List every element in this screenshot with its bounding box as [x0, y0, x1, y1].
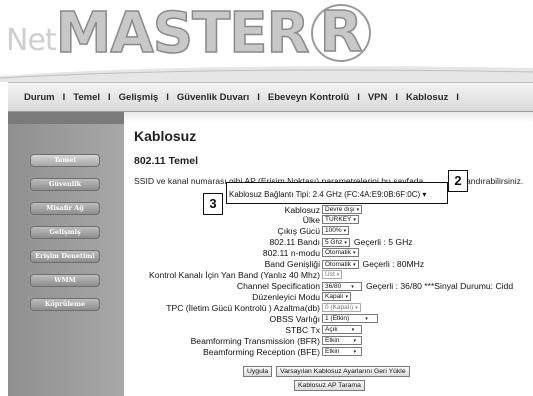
nav-separator: I — [357, 91, 360, 103]
label-duzenleyici: Düzenleyici Modu — [252, 292, 320, 302]
chevron-down-icon: ▾ — [351, 283, 354, 290]
select-band-genisligi[interactable]: Otomatik ▾ — [322, 259, 359, 269]
chevron-down-icon: ▾ — [365, 316, 368, 322]
nav-vpn[interactable]: VPN — [368, 92, 388, 103]
label-channel-spec: Channel Specification — [236, 281, 320, 291]
label-obss: OBSS Varlığı — [269, 314, 320, 324]
chevron-down-icon: ▾ — [345, 294, 348, 300]
select-band[interactable]: 5 Ghz ▾ — [322, 237, 350, 247]
row-bfr-rx: Beamforming Reception (BFE) Etkin ▾ — [0, 347, 533, 357]
chevron-down-icon: ▾ — [356, 207, 360, 213]
section-title: 802.11 Temel — [134, 155, 199, 167]
row-bfr-tx: Beamforming Transmission (BFR) Etkin ▾ — [0, 336, 533, 346]
select-bfr-tx[interactable]: Etkin ▾ — [322, 336, 362, 345]
header: Net MASTER R — [0, 0, 533, 82]
row-stbc: STBC Tx Açık ▾ — [0, 325, 533, 335]
label-kablosuz: Kablosuz — [284, 205, 320, 215]
label-band-genisligi: Band Genişliği — [264, 259, 320, 269]
channel-current-note: Geçerli : 36/80 ***Sinyal Durumu: Cidd — [366, 281, 514, 291]
row-n-modu: 802.11 n-modu Otomatik ▾ — [0, 248, 533, 258]
nav-separator: I — [395, 91, 399, 103]
chevron-down-icon: ▾ — [353, 217, 356, 223]
label-ulke: Ülke — [302, 215, 320, 225]
select-n-modu[interactable]: Otomatik ▾ — [322, 248, 359, 257]
top-nav: Durum I Temel I Gelişmiş I Güvenlik Duva… — [8, 82, 533, 112]
row-kablosuz: Kablosuz Devre dışı ▾ — [0, 205, 533, 215]
chevron-down-icon: ▾ — [353, 250, 356, 256]
apply-button[interactable]: Uygula — [243, 366, 273, 377]
chevron-down-icon: ▾ — [355, 305, 358, 311]
chevron-down-icon: ▾ — [336, 272, 340, 278]
restore-defaults-button[interactable]: Varsayılan Kablosuz Ayarlarını Geri Yükl… — [276, 366, 410, 377]
chevron-down-icon: ▾ — [353, 338, 356, 344]
label-band: 802.11 Bandı — [269, 237, 321, 247]
callout-2: 2 — [448, 170, 468, 192]
nav-separator: I — [108, 91, 111, 103]
label-bfr-tx: Beamforming Transmission (BFR) — [190, 336, 320, 346]
intro-text-tail: andırabilirsiniz. — [466, 176, 524, 186]
row-obss: OBSS Varlığı 1 (Etkin) ▾ — [0, 314, 533, 324]
chevron-down-icon: ▾ — [344, 239, 347, 246]
select-kablosuz[interactable]: Devre dışı ▾ — [322, 205, 363, 214]
row-band-genisligi: Band Genişliği Otomatik ▾ Geçerli : 80MHz — [0, 259, 533, 269]
logo-registered-mark: R — [310, 4, 371, 62]
page-title: Kablosuz — [134, 128, 197, 144]
select-obss[interactable]: 1 (Etkin) ▾ — [322, 314, 378, 323]
connection-type-highlight: Kablosuz Bağlantı Tipi: 2.4 GHz (FC:4A:E… — [226, 182, 448, 204]
select-ulke[interactable]: TURKEY ▾ — [322, 215, 359, 224]
row-ulke: Ülke TURKEY ▾ — [0, 215, 533, 225]
row-yan-band: Kontrol Kanalı İçin Yan Band (Yanlız 40 … — [0, 270, 533, 280]
nav-gelismis[interactable]: Gelişmiş — [119, 92, 159, 103]
select-stbc[interactable]: Açık ▾ — [322, 325, 362, 334]
logo-brand: MASTER — [55, 1, 310, 66]
sidebar-item-guvenlik[interactable]: Güvenlik — [30, 178, 100, 191]
nav-temel[interactable]: Temel — [73, 92, 100, 103]
select-yan-band[interactable]: Üst ▾ — [322, 270, 343, 279]
select-bfr-rx[interactable]: Etkin ▾ — [322, 347, 362, 356]
label-yan-band: Kontrol Kanalı İçin Yan Band (Yanlız 40 … — [148, 270, 320, 280]
chevron-down-icon: ▾ — [353, 261, 356, 268]
nav-separator: I — [166, 91, 169, 103]
label-bfr-rx: Beamforming Reception (BFE) — [202, 347, 320, 357]
row-tpc: TPC (İletim Gücü Kontrolü ) Azaltma(db) … — [0, 303, 533, 313]
select-channel-spec[interactable]: 36/80 ▾ — [322, 281, 362, 291]
label-tpc: TPC (İletim Gücü Kontrolü ) Azaltma(db) — [166, 303, 320, 313]
label-n-modu: 802.11 n-modu — [262, 248, 320, 258]
sidebar-header-strip — [8, 112, 124, 124]
connection-type-label[interactable]: Kablosuz Bağlantı Tipi: 2.4 GHz (FC:4A:E… — [229, 190, 426, 199]
nav-ebeveyn-kontrolu[interactable]: Ebeveyn Kontrolü — [268, 92, 349, 103]
nav-durum[interactable]: Durum — [24, 92, 55, 103]
row-cikis-gucu: Çıkış Gücü 100% ▾ — [0, 226, 533, 236]
sidebar-item-temel[interactable]: Temel — [30, 154, 100, 167]
nav-separator: I — [456, 91, 459, 103]
band-current-note: Geçerli : 5 GHz — [353, 237, 413, 247]
select-tpc[interactable]: 0 (Kapalı) ▾ — [322, 303, 361, 312]
chevron-down-icon: ▾ — [353, 349, 356, 355]
main-top-shade — [124, 112, 533, 122]
nav-separator: I — [257, 91, 260, 103]
select-duzenleyici[interactable]: Kapalı ▾ — [322, 292, 351, 301]
chevron-down-icon: ▾ — [351, 327, 355, 333]
chevron-down-icon: ▾ — [343, 228, 347, 234]
label-cikis-gucu: Çıkış Gücü — [277, 226, 320, 236]
header-swoosh — [0, 66, 533, 82]
row-channel-spec: Channel Specification 36/80 ▾ Geçerli : 36… — [0, 281, 533, 291]
netmaster-logo: Net MASTER R — [6, 2, 371, 62]
label-stbc: STBC Tx — [285, 325, 320, 335]
select-cikis-gucu[interactable]: 100% ▾ — [322, 226, 350, 235]
scan-ap-button[interactable]: Kablosuz AP Tarama — [294, 380, 365, 391]
nav-separator: I — [62, 91, 66, 103]
nav-guvenlik-duvari[interactable]: Güvenlik Duvarı — [177, 92, 249, 103]
callout-3: 3 — [203, 193, 223, 215]
nav-kablosuz[interactable]: Kablosuz — [406, 92, 448, 103]
row-band: 802.11 Bandı 5 Ghz ▾ Geçerli : 5 GHz — [0, 237, 533, 247]
action-buttons: Uygula Varsayılan Kablosuz Ayarlarını Ge… — [243, 366, 410, 377]
bandwidth-current-note: Geçerli : 80MHz — [362, 259, 425, 269]
logo-prefix: Net — [6, 23, 57, 58]
row-duzenleyici: Düzenleyici Modu Kapalı ▾ — [0, 292, 533, 302]
